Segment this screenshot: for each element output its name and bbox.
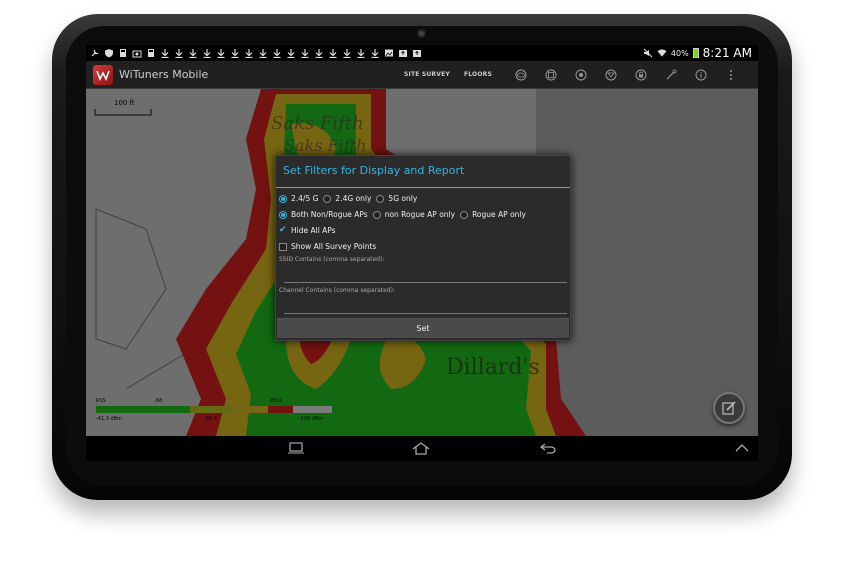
download-icon <box>202 48 212 58</box>
back-icon <box>539 443 556 454</box>
ap-option-label: Both Non/Rogue APs <box>291 210 368 219</box>
ssid-field-label: SSID Contains (comma separated): <box>279 256 385 263</box>
ap-option-label: non Rogue AP only <box>384 210 456 219</box>
channel-input[interactable] <box>284 301 567 314</box>
tablet-screen: 40% 8:21 AM WiTuners Mobile SITE SURVEY … <box>86 45 758 461</box>
ap-option-non-rogue[interactable]: non Rogue AP only <box>372 210 456 219</box>
mute-icon <box>643 48 653 58</box>
tools-icon[interactable] <box>665 69 677 81</box>
set-button[interactable]: Set <box>277 318 569 338</box>
download-icon <box>174 48 184 58</box>
hide-all-aps-row[interactable]: Hide All APs <box>279 225 336 236</box>
app-title: WiTuners Mobile <box>119 68 209 81</box>
download-icon <box>244 48 254 58</box>
info-icon[interactable] <box>695 69 707 81</box>
show-all-points-row[interactable]: Show All Survey Points <box>279 242 376 251</box>
chevron-up-icon <box>735 444 749 452</box>
sd-icon <box>146 48 156 58</box>
recent-apps-button[interactable] <box>286 440 306 456</box>
recent-apps-icon <box>288 442 304 454</box>
radio-5[interactable] <box>376 194 385 203</box>
shield-icon <box>104 48 114 58</box>
band-option-5[interactable]: 5G only <box>376 194 417 203</box>
dialog-title-divider <box>276 187 570 188</box>
dialog-title: Set Filters for Display and Report <box>283 164 465 177</box>
front-camera <box>417 29 426 38</box>
download-icon <box>188 48 198 58</box>
eye-icon[interactable] <box>515 69 527 81</box>
app-logo-icon[interactable] <box>93 64 113 85</box>
show-all-points-checkbox[interactable] <box>279 242 287 251</box>
ssid-input[interactable] <box>284 270 567 283</box>
status-right: 40% 8:21 AM <box>643 45 752 61</box>
layers-icon[interactable] <box>545 69 557 81</box>
image-icon <box>384 48 394 58</box>
lock-icon[interactable] <box>635 69 647 81</box>
home-button[interactable] <box>411 440 431 456</box>
download-icon <box>356 48 366 58</box>
floors-button[interactable]: FLOORS <box>464 71 492 78</box>
wrench-icon <box>90 48 100 58</box>
filter-dialog: Set Filters for Display and Report 2.4/5… <box>275 155 571 341</box>
download-icon <box>258 48 268 58</box>
wifi-icon <box>657 48 667 58</box>
hide-all-aps-label: Hide All APs <box>291 226 336 235</box>
download-icon <box>216 48 226 58</box>
band-option-label: 2.4G only <box>335 194 372 203</box>
band-option-label: 2.4/5 G <box>291 194 319 203</box>
filter-icon[interactable] <box>605 69 617 81</box>
channel-field-label: Channel Contains (comma separated): <box>279 287 395 294</box>
notification-icons <box>86 48 422 58</box>
ap-option-label: Rogue AP only <box>472 210 526 219</box>
download-icon <box>370 48 380 58</box>
show-all-points-label: Show All Survey Points <box>291 242 377 251</box>
upload-icon <box>398 48 408 58</box>
camera-icon <box>132 48 142 58</box>
navigation-bar <box>86 436 758 461</box>
upload-icon <box>412 48 422 58</box>
clock: 8:21 AM <box>702 46 752 60</box>
battery-percent: 40% <box>670 48 689 58</box>
radio-24[interactable] <box>323 194 332 203</box>
hide-all-aps-checkbox[interactable] <box>279 225 287 235</box>
target-icon[interactable] <box>575 69 587 81</box>
battery-icon <box>692 48 699 58</box>
site-survey-button[interactable]: SITE SURVEY <box>404 71 450 78</box>
radio-rogue[interactable] <box>460 210 469 219</box>
download-icon <box>286 48 296 58</box>
radio-24-5[interactable] <box>279 194 287 203</box>
download-icon <box>272 48 282 58</box>
band-option-24[interactable]: 2.4G only <box>323 194 371 203</box>
status-bar: 40% 8:21 AM <box>86 45 758 61</box>
download-icon <box>230 48 240 58</box>
edit-button[interactable] <box>713 392 745 424</box>
edit-icon <box>722 401 736 415</box>
back-button[interactable] <box>538 440 558 456</box>
sd-icon <box>118 48 128 58</box>
download-icon <box>328 48 338 58</box>
download-icon <box>160 48 170 58</box>
band-option-24-5[interactable]: 2.4/5 G <box>279 194 318 203</box>
menu-chevron-button[interactable] <box>732 440 752 456</box>
download-icon <box>300 48 310 58</box>
action-bar-actions: SITE SURVEY FLOORS <box>404 61 746 88</box>
ap-radio-group: Both Non/Rogue APs non Rogue AP only Rog… <box>279 210 531 219</box>
ap-option-rogue[interactable]: Rogue AP only <box>460 210 526 219</box>
download-icon <box>342 48 352 58</box>
download-icon <box>314 48 324 58</box>
home-icon <box>412 442 430 455</box>
ap-option-both[interactable]: Both Non/Rogue APs <box>279 210 368 219</box>
band-radio-group: 2.4/5 G 2.4G only 5G only <box>279 194 422 203</box>
radio-non-rogue[interactable] <box>372 210 381 219</box>
action-bar: WiTuners Mobile SITE SURVEY FLOORS <box>86 61 758 89</box>
overflow-menu-icon[interactable] <box>725 69 737 81</box>
radio-both[interactable] <box>279 210 287 219</box>
band-option-label: 5G only <box>388 194 418 203</box>
